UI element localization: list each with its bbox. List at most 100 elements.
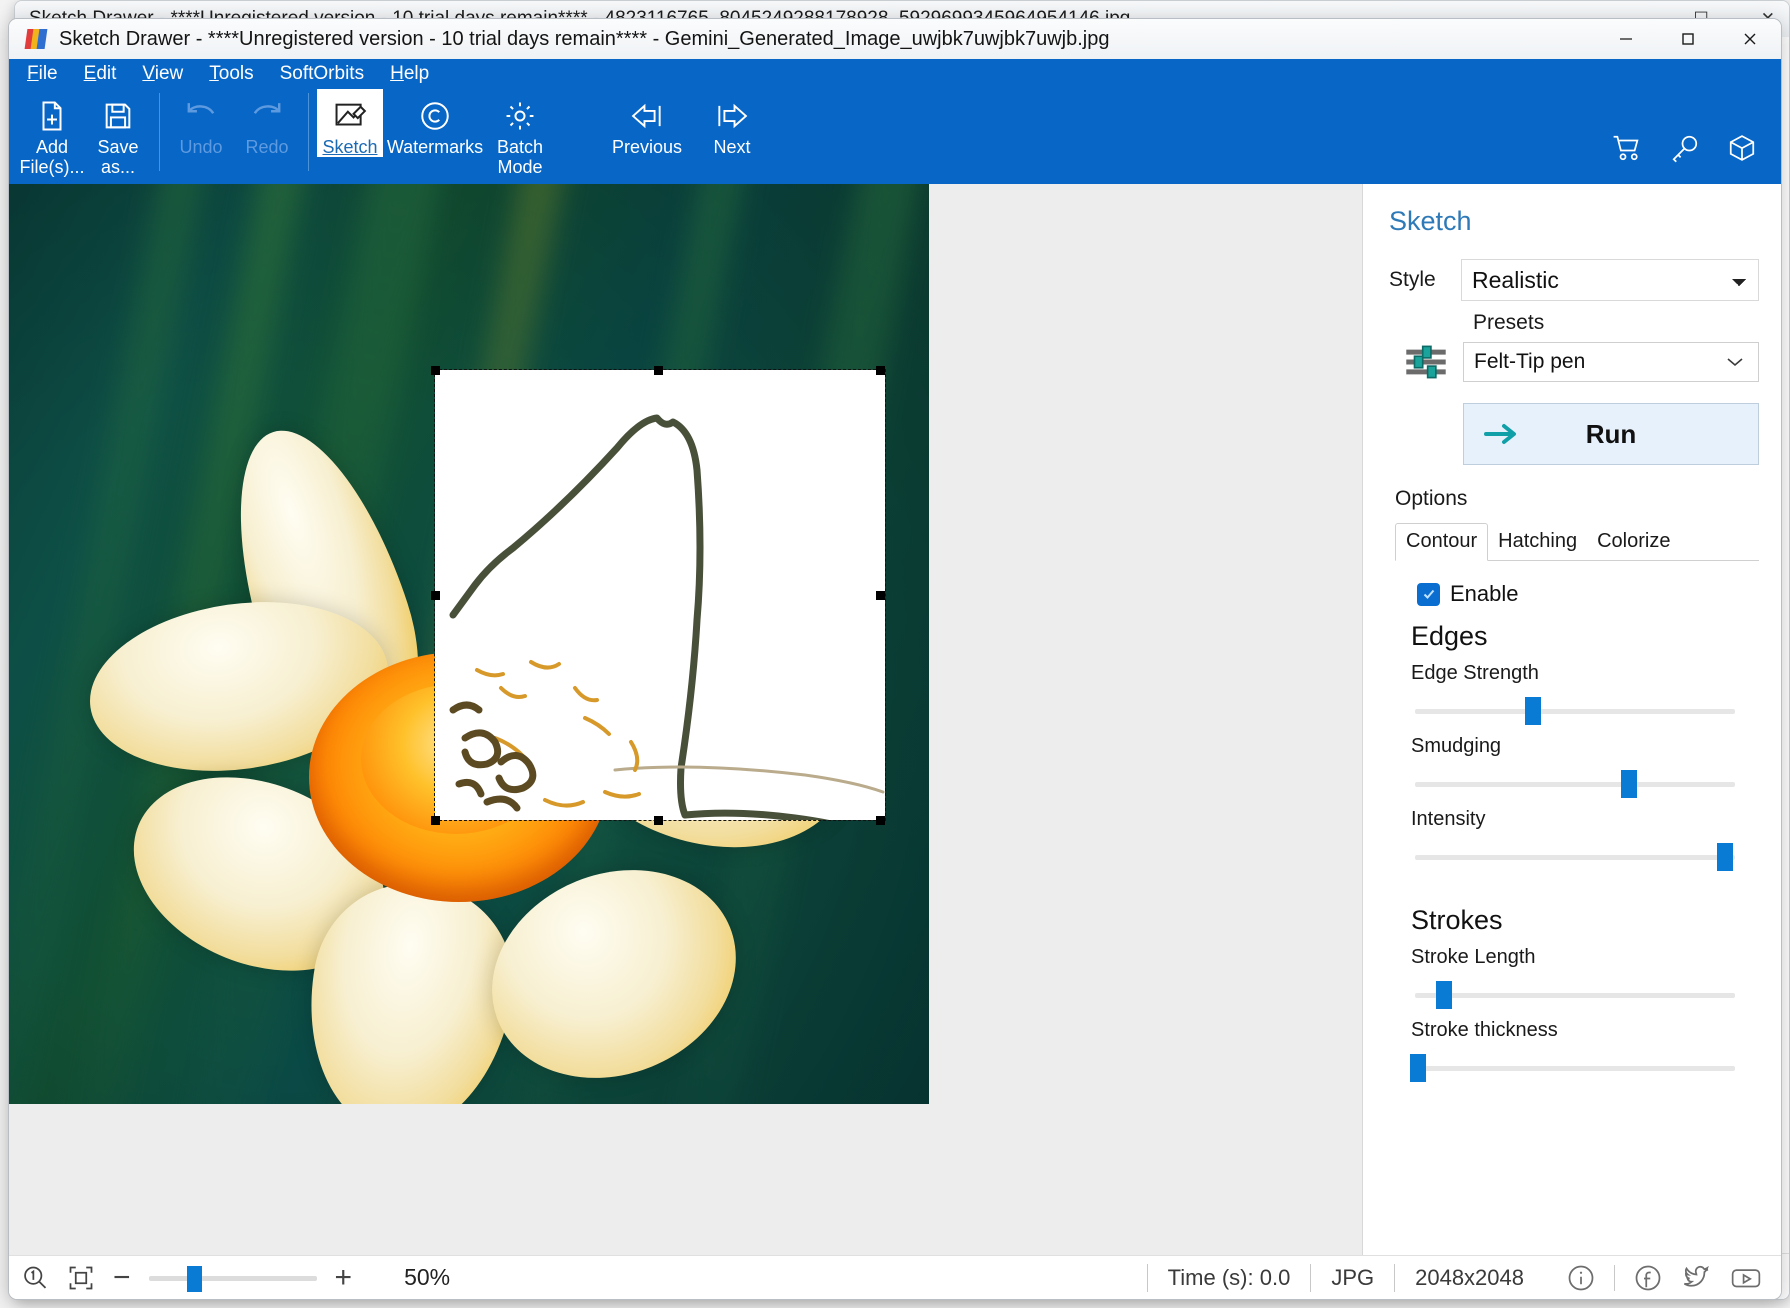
tab-colorize[interactable]: Colorize — [1587, 524, 1680, 560]
batch-mode-button[interactable]: Batch Mode — [487, 89, 553, 177]
selection-handle-top-left[interactable] — [431, 366, 440, 375]
presets-row: Felt-Tip pen — [1389, 339, 1759, 385]
smudging-thumb[interactable] — [1621, 770, 1638, 798]
sketch-preview-selection[interactable] — [434, 369, 886, 821]
save-as-label-2: as... — [100, 157, 135, 177]
image-canvas[interactable] — [9, 184, 1363, 1255]
next-button[interactable]: Next — [699, 89, 765, 157]
stroke-thickness-slider[interactable] — [1410, 1054, 1735, 1082]
ribbon-right-icons — [1611, 133, 1759, 163]
maximize-button[interactable] — [1657, 19, 1719, 59]
previous-button[interactable]: Previous — [595, 89, 699, 157]
selection-handle-top-right[interactable] — [876, 366, 885, 375]
previous-label: Previous — [611, 137, 683, 157]
enable-checkbox-row[interactable]: Enable — [1417, 581, 1759, 607]
menu-tools[interactable]: Tools — [209, 63, 253, 85]
menu-softorbits[interactable]: SoftOrbits — [280, 63, 364, 85]
sketch-icon — [317, 95, 383, 137]
main-content: Sketch Style Realistic Presets Felt-Tip … — [9, 184, 1781, 1255]
tab-contour[interactable]: Contour — [1395, 523, 1489, 561]
gear-icon — [487, 95, 553, 137]
status-social-icons — [1544, 1263, 1763, 1293]
minimize-button[interactable] — [1595, 19, 1657, 59]
sliders-icon — [1389, 339, 1463, 385]
selection-handle-middle-left[interactable] — [431, 591, 440, 600]
style-select[interactable]: Realistic — [1461, 259, 1759, 301]
edge-strength-slider[interactable] — [1415, 697, 1735, 725]
window-title: Sketch Drawer - ****Unregistered version… — [59, 27, 1110, 50]
zoom-in-button[interactable]: + — [335, 1261, 353, 1295]
status-right: Time (s): 0.0 JPG 2048x2048 — [1146, 1256, 1781, 1299]
run-button[interactable]: Run — [1463, 403, 1759, 465]
enable-checkbox[interactable] — [1417, 582, 1440, 606]
options-tabs: Contour Hatching Colorize — [1395, 523, 1759, 561]
menu-bar: FFileile Edit View Tools SoftOrbits Help — [9, 59, 1781, 89]
next-label: Next — [713, 137, 751, 157]
status-dimensions: 2048x2048 — [1394, 1263, 1544, 1292]
intensity-slider[interactable] — [1415, 843, 1735, 871]
tab-hatching[interactable]: Hatching — [1488, 524, 1587, 560]
close-button[interactable] — [1719, 19, 1781, 59]
twitter-icon[interactable] — [1681, 1263, 1711, 1293]
batch-mode-label-2: Mode — [497, 157, 543, 177]
presets-select[interactable]: Felt-Tip pen — [1463, 342, 1759, 382]
sketch-options-panel: Sketch Style Realistic Presets Felt-Tip … — [1363, 184, 1781, 1255]
fit-to-window-icon[interactable] — [67, 1264, 95, 1292]
facebook-icon[interactable] — [1633, 1263, 1663, 1293]
selection-handle-bottom-right[interactable] — [876, 816, 885, 825]
youtube-icon[interactable] — [1729, 1263, 1763, 1293]
selection-handle-middle-right[interactable] — [876, 591, 885, 600]
add-files-label-2: File(s)... — [19, 157, 85, 177]
zoom-controls: − + 50% — [9, 1261, 450, 1295]
info-icon[interactable] — [1566, 1263, 1596, 1293]
arrow-left-icon — [595, 95, 699, 137]
sketch-button[interactable]: Sketch — [317, 89, 383, 157]
zoom-slider[interactable] — [148, 1265, 317, 1292]
stroke-thickness-thumb[interactable] — [1410, 1054, 1427, 1082]
style-row: Style Realistic — [1389, 259, 1759, 301]
key-icon[interactable] — [1669, 133, 1701, 163]
chevron-down-icon — [1726, 356, 1744, 368]
stroke-length-thumb[interactable] — [1435, 981, 1452, 1009]
watermarks-button[interactable]: Watermarks — [383, 89, 487, 157]
save-as-button[interactable]: Save as... — [85, 89, 151, 177]
panel-title: Sketch — [1389, 206, 1472, 236]
zoom-slider-track — [148, 1275, 317, 1281]
options-label: Options — [1395, 487, 1468, 510]
status-bar: − + 50% Time (s): 0.0 JPG 2048x2048 — [9, 1255, 1781, 1299]
redo-button[interactable]: Redo — [234, 89, 300, 157]
zoom-out-button[interactable]: − — [113, 1261, 131, 1295]
sketch-drawer-window: Sketch Drawer - ****Unregistered version… — [8, 18, 1782, 1300]
tool-strip: Add File(s)... Save as... Undo Redo Sket… — [9, 89, 1781, 184]
copyright-icon — [383, 95, 487, 137]
arrow-right-icon — [699, 95, 765, 137]
menu-file[interactable]: FFileile — [27, 63, 58, 85]
selection-handle-top-center[interactable] — [654, 366, 663, 375]
selection-handle-bottom-left[interactable] — [431, 816, 440, 825]
strokes-group-title: Strokes — [1411, 905, 1503, 935]
zoom-1-to-1-icon[interactable] — [21, 1264, 49, 1292]
box-icon[interactable] — [1725, 133, 1759, 163]
edge-strength-thumb[interactable] — [1525, 697, 1542, 725]
smudging-slider[interactable] — [1415, 770, 1735, 798]
undo-button[interactable]: Undo — [168, 89, 234, 157]
cart-icon[interactable] — [1611, 133, 1645, 163]
stroke-thickness-track — [1415, 1066, 1735, 1071]
menu-edit[interactable]: Edit — [84, 63, 117, 85]
intensity-label: Intensity — [1411, 808, 1486, 830]
intensity-thumb[interactable] — [1717, 843, 1734, 871]
sketch-label: Sketch — [322, 137, 378, 157]
add-file-icon — [19, 95, 85, 137]
stroke-thickness-label: Stroke thickness — [1411, 1019, 1558, 1041]
undo-arrow-icon — [168, 95, 234, 137]
menu-view[interactable]: View — [142, 63, 183, 85]
stroke-length-slider[interactable] — [1415, 981, 1735, 1009]
selection-handle-bottom-center[interactable] — [654, 816, 663, 825]
edge-strength-label: Edge Strength — [1411, 662, 1539, 684]
menu-help[interactable]: Help — [390, 63, 429, 85]
toolbar-separator-2 — [308, 93, 309, 171]
zoom-slider-thumb[interactable] — [186, 1265, 202, 1292]
run-arrow-icon — [1484, 421, 1526, 447]
add-files-button[interactable]: Add File(s)... — [19, 89, 85, 177]
smudging-label: Smudging — [1411, 735, 1502, 757]
